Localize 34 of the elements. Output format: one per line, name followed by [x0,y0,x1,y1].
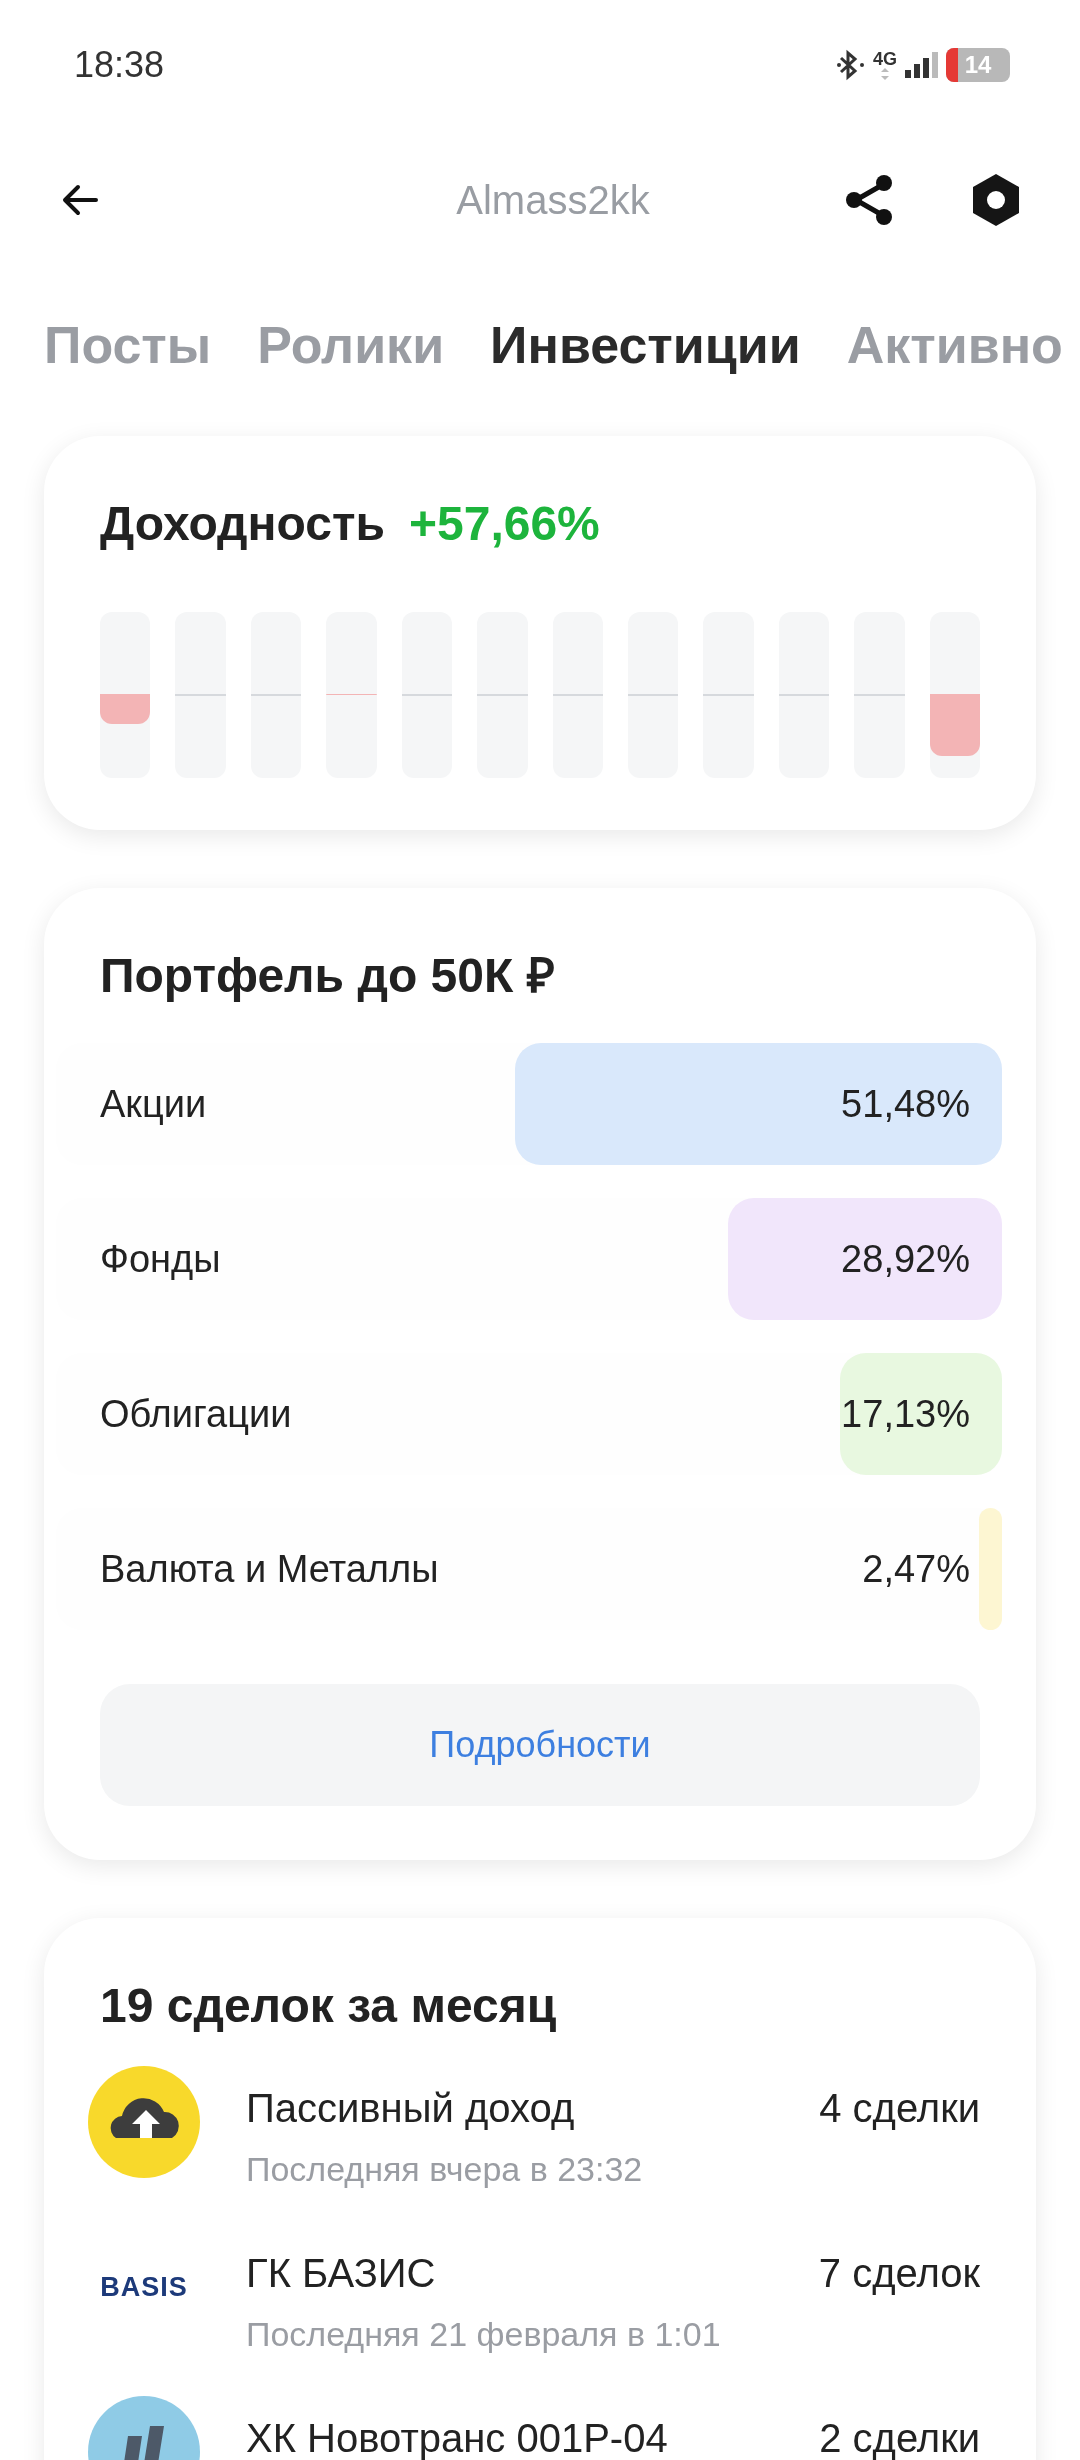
deal-count: 4 сделки [819,2085,980,2132]
data-arrows-icon [880,68,890,80]
card-title: 19 сделок за месяц [100,1978,558,2034]
cloud-upload-icon [88,2066,200,2178]
company-logo: BASIS [100,2270,188,2304]
deal-row[interactable]: Пассивный доход Последняя вчера в 23:32 4 сделки [88,2066,980,2231]
asset-percent: 17,13% [841,1391,971,1437]
deal-name: Пассивный доход [246,2085,576,2132]
asset-label: Акции [100,1081,207,1127]
asset-label: Облигации [100,1391,292,1437]
deal-name: ГК БАЗИС [246,2250,437,2297]
asset-label: Валюта и Металлы [100,1546,439,1592]
deal-subtitle: Последняя вчера в 23:32 [246,2149,644,2190]
card-title: Доходность [100,496,385,552]
profile-tab[interactable]: Инвестиции [490,306,801,384]
deal-name: ХК Новотранс 001Р-04 [246,2415,669,2460]
asset-percent: 51,48% [841,1081,971,1127]
asset-percent: 2,47% [862,1546,971,1592]
details-button[interactable]: Подробности [100,1684,980,1806]
card-title: Портфель до 50К ₽ [100,948,556,1004]
profile-title: Almass2kk [456,177,650,224]
battery-level: 14 [946,48,1010,82]
deal-row[interactable]: ХК Новотранс 001Р-04 2 сделки [88,2396,980,2460]
deal-count: 2 сделки [819,2415,980,2460]
asset-percent: 28,92% [841,1236,971,1282]
deal-count: 7 сделок [818,2250,980,2297]
bluetooth-icon [837,49,865,81]
network-type: 4G [873,50,897,68]
deal-subtitle: Последняя 21 февраля в 1:01 [246,2314,722,2355]
return-value: +57,66% [408,496,600,552]
asset-label: Фонды [100,1236,221,1282]
clock-time: 18:38 [74,43,165,87]
deal-row[interactable]: BASIS ГК БАЗИС Последняя 21 февраля в 1:01 7 сделок [88,2231,980,2396]
signal-icon [905,52,938,78]
